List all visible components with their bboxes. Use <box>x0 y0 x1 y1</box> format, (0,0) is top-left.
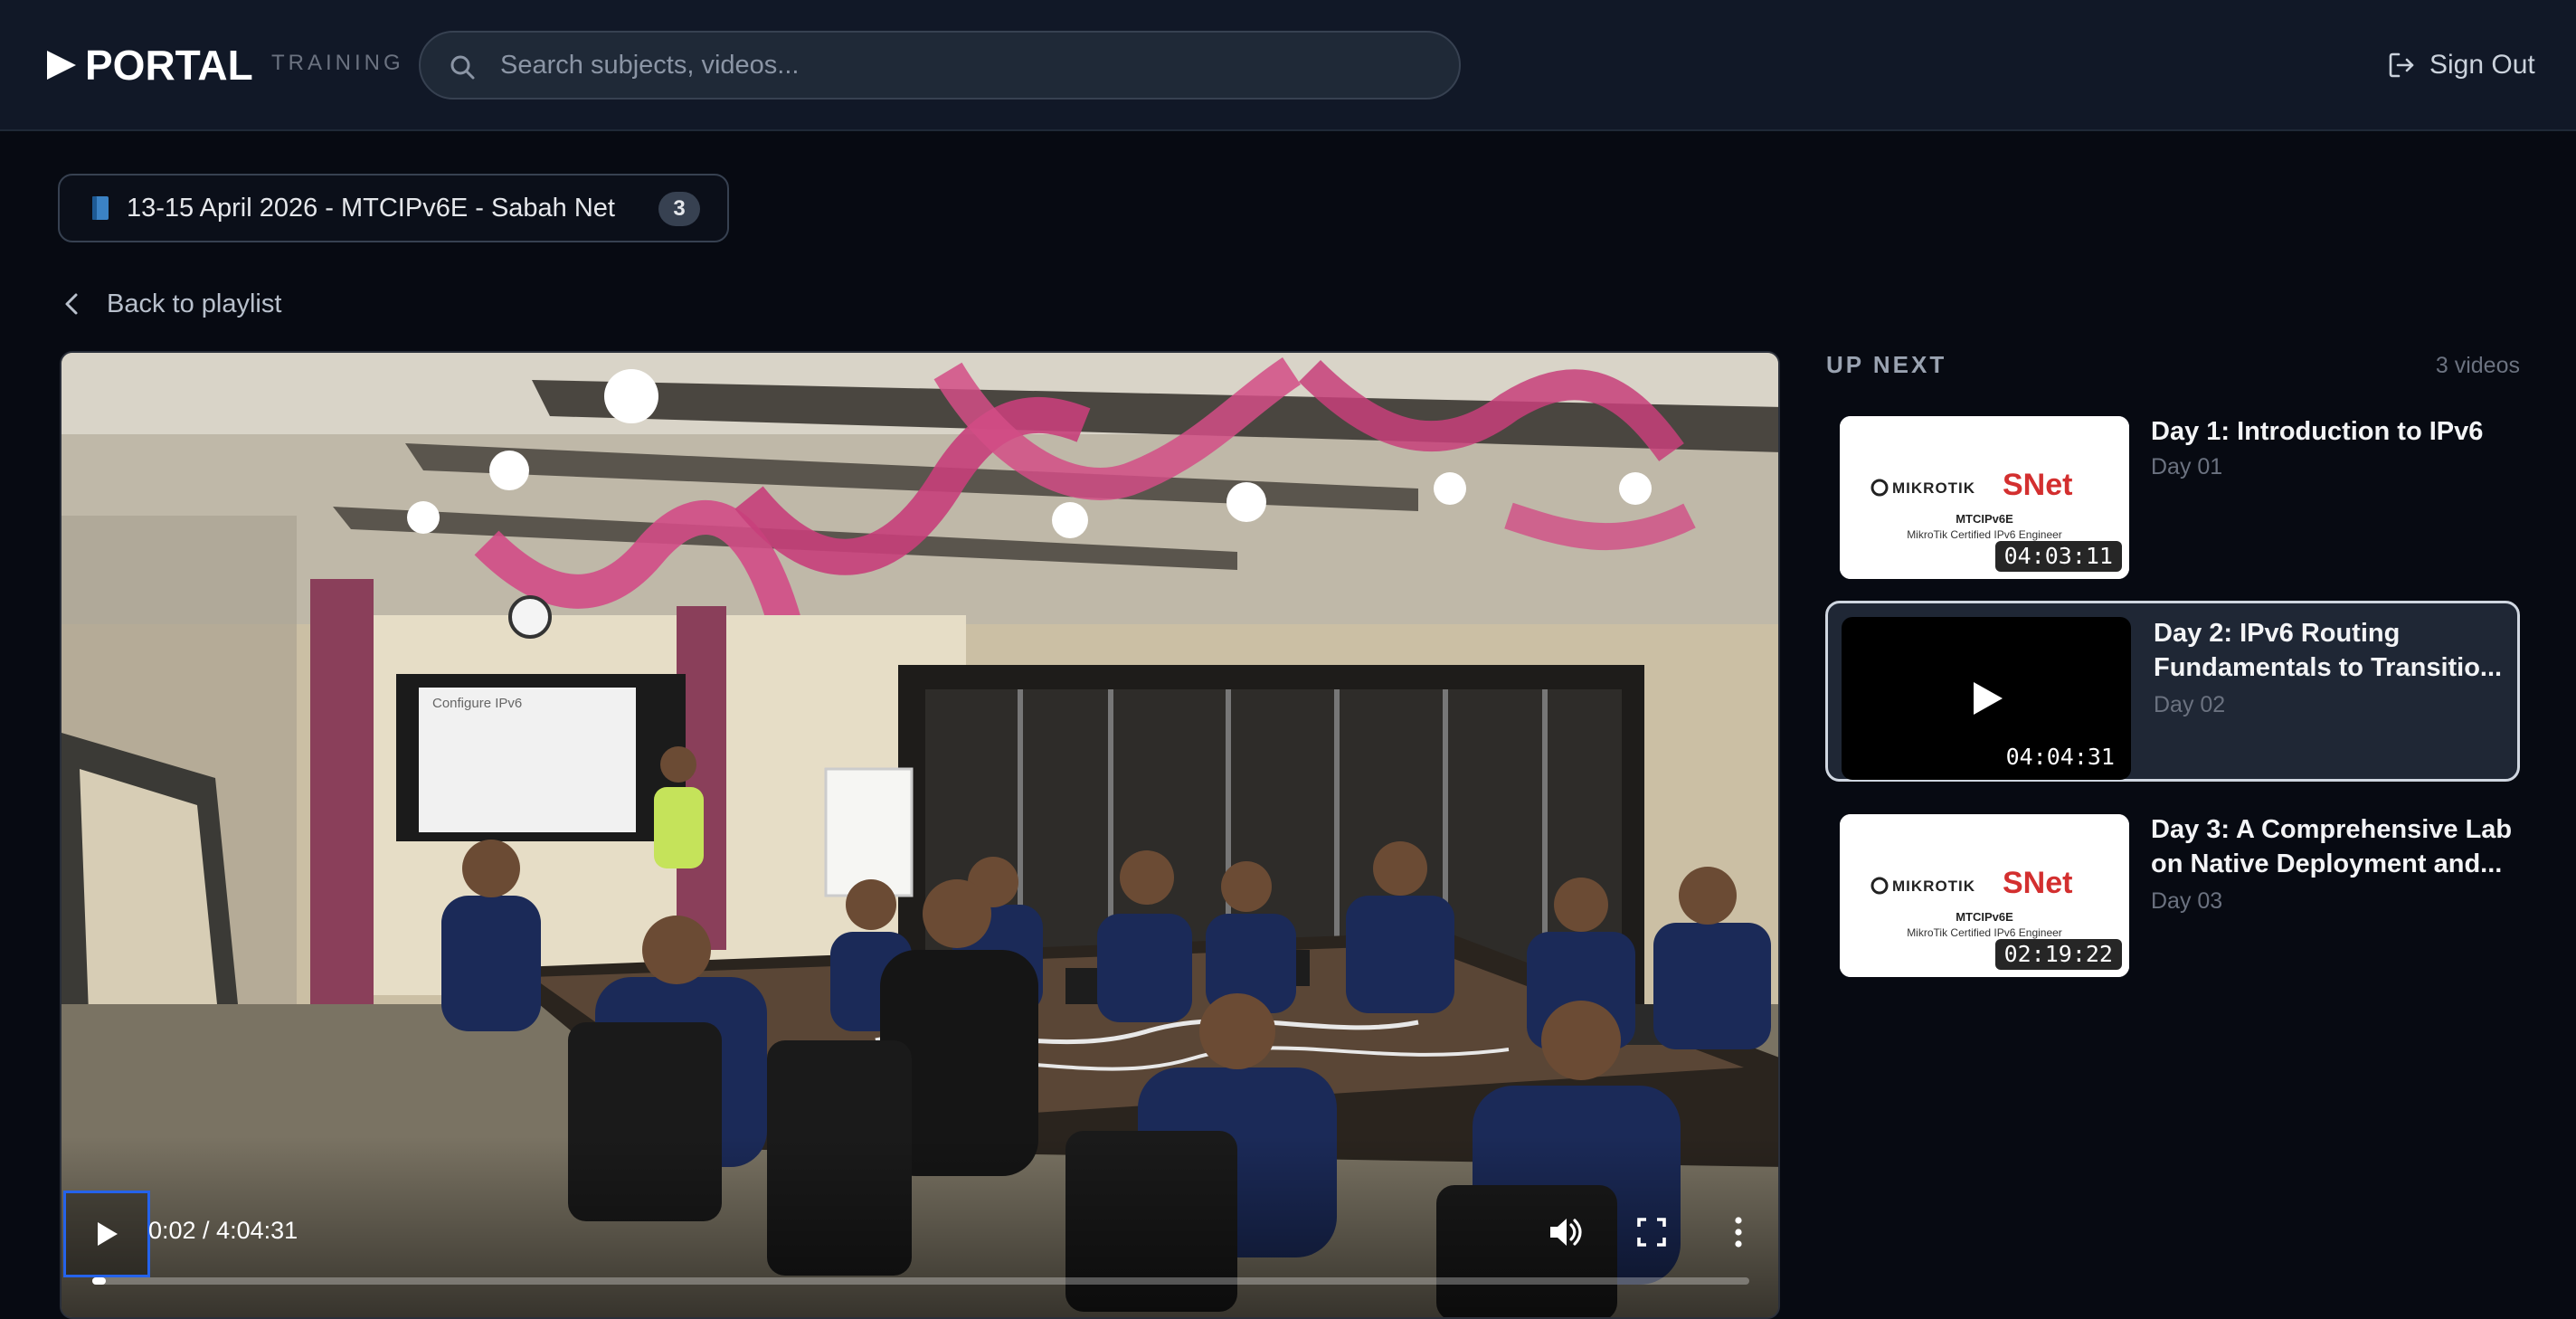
svg-text:MTCIPv6E: MTCIPv6E <box>1956 910 2013 924</box>
playlist-chip[interactable]: 13-15 April 2026 - MTCIPv6E - Sabah Net … <box>58 174 729 242</box>
play-pause-button[interactable] <box>63 1191 150 1277</box>
video-thumbnail: MIKROTIK SNet MTCIPv6E MikroTik Certifie… <box>1840 814 2129 977</box>
sign-out-icon <box>2389 52 2414 78</box>
up-next-item-active[interactable]: 04:04:31 Day 2: IPv6 Routing Fundamental… <box>1825 601 2520 782</box>
logo-text: PORTAL <box>85 42 253 89</box>
chevron-left-icon <box>65 293 78 315</box>
video-duration: 04:04:31 <box>2005 744 2115 770</box>
volume-button[interactable] <box>1545 1212 1585 1252</box>
svg-text:MikroTik Certified IPv6 Engine: MikroTik Certified IPv6 Engineer <box>1907 926 2062 939</box>
video-title: Day 1: Introduction to IPv6 <box>2151 417 2484 446</box>
top-header: PORTAL TRAINING Sign Out <box>0 0 2576 131</box>
video-duration: 02:19:22 <box>1994 939 2122 970</box>
play-icon <box>1974 682 2003 715</box>
svg-text:SNet: SNet <box>2003 468 2072 502</box>
up-next-count: 3 videos <box>2435 353 2520 378</box>
search-bar <box>419 31 1461 100</box>
video-subtitle: Day 02 <box>2154 692 2226 717</box>
seek-bar-progress <box>92 1277 106 1285</box>
video-duration: 04:03:11 <box>1994 541 2122 572</box>
playlist-name: 13-15 April 2026 - MTCIPv6E - Sabah Net <box>127 193 615 223</box>
search-icon <box>450 55 475 80</box>
video-subtitle: Day 03 <box>2151 888 2223 914</box>
sign-out-button[interactable]: Sign Out <box>2386 43 2535 87</box>
svg-text:MIKROTIK: MIKROTIK <box>1892 878 1975 895</box>
video-title: Day 3: A Comprehensive Lab on Native Dep… <box>2151 815 2513 878</box>
video-title: Day 2: IPv6 Routing Fundamentals to Tran… <box>2154 619 2503 682</box>
sign-out-label: Sign Out <box>2429 50 2535 80</box>
play-logo-icon <box>47 51 76 80</box>
svg-text:SNet: SNet <box>2003 866 2072 900</box>
video-subtitle: Day 01 <box>2151 454 2223 479</box>
play-icon <box>98 1222 118 1246</box>
time-display: 0:02 / 4:04:31 <box>148 1217 298 1244</box>
controls-overlay <box>62 1136 1778 1317</box>
seek-bar[interactable] <box>92 1277 1749 1285</box>
fullscreen-button[interactable] <box>1632 1212 1672 1252</box>
more-vertical-icon <box>1735 1217 1742 1248</box>
volume-icon <box>1550 1219 1582 1246</box>
slide-title: Configure IPv6 <box>432 696 522 711</box>
back-link-label: Back to playlist <box>107 289 282 318</box>
book-icon <box>92 196 109 220</box>
svg-text:MTCIPv6E: MTCIPv6E <box>1956 512 2013 526</box>
svg-text:MikroTik Certified IPv6 Engine: MikroTik Certified IPv6 Engineer <box>1907 528 2062 541</box>
search-input[interactable] <box>500 42 1423 89</box>
video-thumbnail: 04:04:31 <box>1842 617 2131 780</box>
up-next-heading: UP NEXT <box>1826 351 1947 378</box>
fullscreen-icon <box>1637 1218 1666 1247</box>
video-player[interactable]: Configure IPv6 0:02 / 4:04:31 <box>60 351 1780 1319</box>
more-options-button[interactable] <box>1719 1212 1758 1252</box>
up-next-item[interactable]: MIKROTIK SNet MTCIPv6E MikroTik Certifie… <box>1825 402 2520 583</box>
logo-subtitle: TRAINING <box>271 51 404 75</box>
up-next-item[interactable]: MIKROTIK SNet MTCIPv6E MikroTik Certifie… <box>1825 800 2520 981</box>
portal-logo[interactable]: PORTAL <box>45 38 253 92</box>
back-to-playlist-link[interactable]: Back to playlist <box>62 286 281 322</box>
svg-text:MIKROTIK: MIKROTIK <box>1892 479 1975 497</box>
video-thumbnail: MIKROTIK SNet MTCIPv6E MikroTik Certifie… <box>1840 416 2129 579</box>
playlist-count-badge: 3 <box>658 192 700 226</box>
